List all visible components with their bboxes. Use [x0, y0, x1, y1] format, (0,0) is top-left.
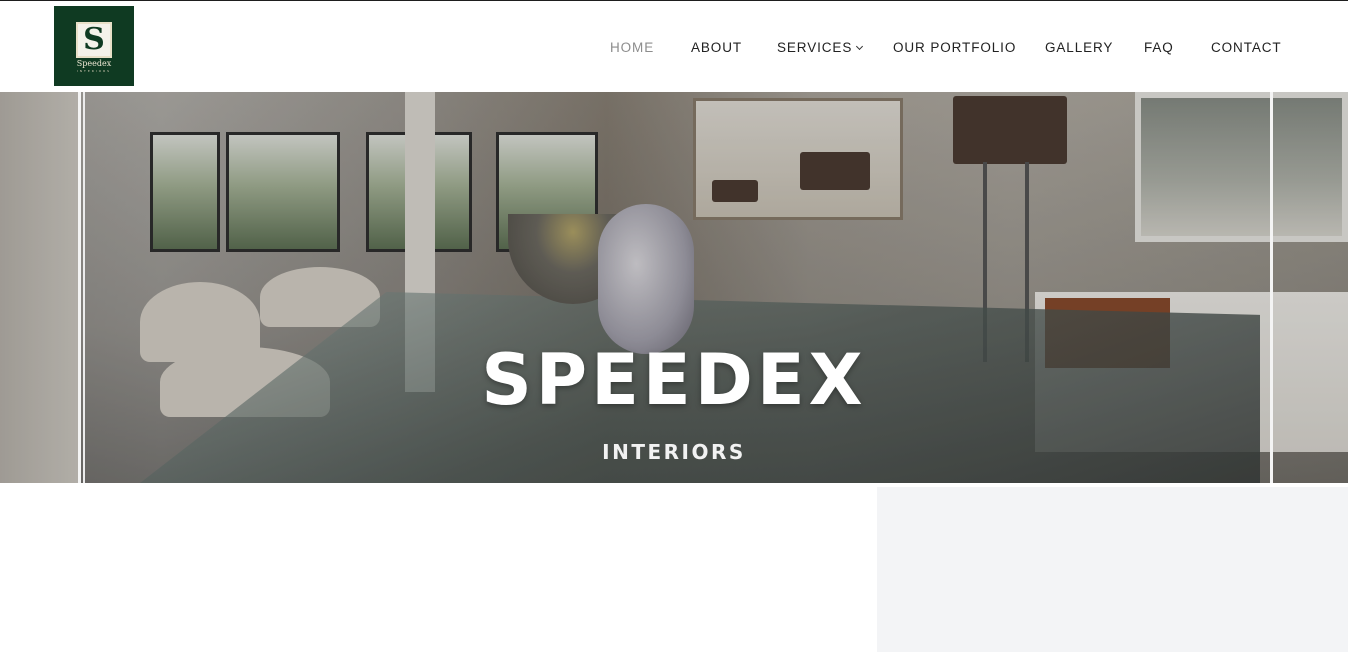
hero-overlay [0, 92, 1348, 483]
hero-photo-frame-line [1270, 92, 1273, 483]
nav-portfolio[interactable]: OUR PORTFOLIO [893, 39, 1016, 57]
hero-photo-frame-line [83, 92, 85, 483]
logo-tagline: INTERIORS [76, 69, 112, 73]
hero-banner: SPEEDEX [0, 92, 1348, 483]
hero-photo-frame-line [78, 92, 81, 483]
nav-contact[interactable]: CONTACT [1211, 39, 1282, 57]
nav-services[interactable]: SERVICES [777, 39, 864, 57]
content-sidebar [877, 487, 1348, 652]
nav-about[interactable]: ABOUT [691, 39, 742, 57]
nav-services-label: SERVICES [777, 40, 853, 55]
nav-home[interactable]: HOME [610, 39, 654, 57]
hero-subtitle: INTERIORS [602, 440, 746, 464]
nav-gallery[interactable]: GALLERY [1045, 39, 1113, 57]
nav-faq[interactable]: FAQ [1144, 39, 1174, 57]
logo-wordmark: Speedex [76, 59, 112, 68]
site-header: S Speedex INTERIORS HOME ABOUT SERVICES … [0, 1, 1348, 92]
hero-title: SPEEDEX [481, 339, 867, 421]
main-nav: HOME ABOUT SERVICES OUR PORTFOLIO GALLER… [0, 39, 1348, 57]
chevron-down-icon [856, 42, 864, 51]
content-main [0, 483, 877, 652]
